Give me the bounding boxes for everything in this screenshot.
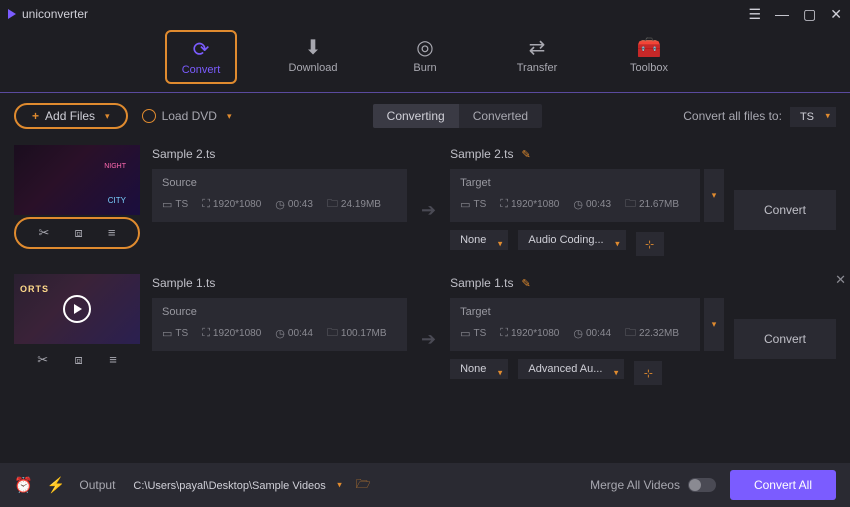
- file-row: NIGHT CITY ✂ ⧈ ≡ Sample 2.ts Source ▭TS …: [14, 139, 836, 268]
- burn-icon: ◎: [416, 36, 433, 58]
- plus-icon: +: [32, 109, 39, 123]
- remove-row-icon[interactable]: ✕: [835, 272, 846, 288]
- resolution-icon: ⛶: [500, 198, 508, 211]
- target-head: Target: [460, 177, 690, 189]
- tab-toolbox[interactable]: 🧰 Toolbox: [613, 30, 685, 84]
- source-file-name: Sample 2.ts: [152, 145, 407, 165]
- download-icon: ⬇: [305, 36, 322, 58]
- target-panel: Target ▭TS ⛶1920*1080 ◷00:44 🗀22.32MB: [450, 298, 700, 351]
- convert-button[interactable]: Convert: [734, 190, 836, 230]
- source-panel: Source ▭TS ⛶1920*1080 ◷00:43 🗀24.19MB: [152, 169, 407, 222]
- audio-select[interactable]: Audio Coding...: [518, 230, 625, 250]
- play-icon: [63, 295, 91, 323]
- subtitle-select[interactable]: None: [450, 359, 508, 379]
- edit-toolbar: ✂ ⧈ ≡: [14, 217, 140, 249]
- convert-icon: ⟳: [193, 38, 210, 60]
- source-head: Source: [162, 177, 397, 189]
- duration-icon: ◷: [573, 327, 583, 340]
- tab-convert-label: Convert: [182, 64, 221, 76]
- tab-toolbox-label: Toolbox: [630, 62, 668, 74]
- format-icon: ▭: [162, 327, 172, 340]
- tab-download[interactable]: ⬇ Download: [277, 30, 349, 84]
- duration-icon: ◷: [573, 198, 583, 211]
- app-name: uniconverter: [22, 7, 88, 21]
- merge-label: Merge All Videos: [590, 478, 680, 492]
- tab-convert[interactable]: ⟳ Convert: [165, 30, 237, 84]
- transfer-icon: ⇄: [529, 36, 546, 58]
- toolbox-icon: 🧰: [637, 36, 662, 58]
- dvd-icon: [142, 109, 156, 123]
- tab-download-label: Download: [289, 62, 338, 74]
- output-label: Output: [79, 478, 115, 492]
- subtitle-select[interactable]: None: [450, 230, 508, 250]
- load-dvd-label: Load DVD: [162, 109, 217, 123]
- schedule-icon[interactable]: ⏰: [14, 476, 33, 494]
- convert-all-format-select[interactable]: TS: [790, 107, 836, 127]
- effects-icon[interactable]: ≡: [109, 352, 117, 368]
- file-row: ✕ ORTS ✂ ⧈ ≡ Sample 1.ts Source ▭TS ⛶192…: [14, 268, 836, 397]
- crop-icon[interactable]: ⧈: [75, 352, 83, 368]
- size-icon: 🗀: [327, 195, 338, 214]
- arrow-icon: ➔: [417, 145, 440, 256]
- crop-icon[interactable]: ⧈: [75, 225, 83, 241]
- add-files-button[interactable]: + Add Files ▾: [14, 103, 128, 129]
- resolution-icon: ⛶: [500, 327, 508, 340]
- merge-toggle[interactable]: [688, 478, 716, 492]
- target-file-name: Sample 2.ts: [450, 147, 513, 161]
- output-path-select[interactable]: C:\Users\payal\Desktop\Sample Videos: [123, 476, 347, 496]
- maximize-icon[interactable]: ▢: [803, 6, 816, 23]
- audio-settings-button[interactable]: ⊹: [634, 361, 662, 385]
- resolution-icon: ⛶: [202, 327, 210, 340]
- target-format-dropdown[interactable]: ▾: [704, 169, 724, 222]
- target-format-dropdown[interactable]: ▾: [704, 298, 724, 351]
- source-panel: Source ▭TS ⛶1920*1080 ◷00:44 🗀100.17MB: [152, 298, 407, 351]
- gpu-accel-icon[interactable]: ⚡: [47, 476, 66, 494]
- size-icon: 🗀: [327, 324, 338, 343]
- format-icon: ▭: [460, 327, 470, 340]
- audio-select[interactable]: Advanced Au...: [518, 359, 624, 379]
- format-icon: ▭: [460, 198, 470, 211]
- format-icon: ▭: [162, 198, 172, 211]
- tab-burn-label: Burn: [413, 62, 436, 74]
- effects-icon[interactable]: ≡: [108, 225, 116, 241]
- converted-tab[interactable]: Converted: [459, 104, 542, 128]
- trim-icon[interactable]: ✂: [37, 352, 48, 368]
- tab-transfer[interactable]: ⇄ Transfer: [501, 30, 573, 84]
- resolution-icon: ⛶: [202, 198, 210, 211]
- minimize-icon[interactable]: —: [775, 6, 789, 22]
- source-head: Source: [162, 306, 397, 318]
- edit-toolbar: ✂ ⧈ ≡: [14, 346, 140, 374]
- size-icon: 🗀: [625, 324, 636, 343]
- source-file-name: Sample 1.ts: [152, 274, 407, 294]
- video-thumbnail[interactable]: NIGHT CITY: [14, 145, 140, 215]
- audio-settings-button[interactable]: ⊹: [636, 232, 664, 256]
- target-file-name: Sample 1.ts: [450, 276, 513, 290]
- open-folder-icon[interactable]: 🗁: [356, 475, 371, 496]
- target-panel: Target ▭TS ⛶1920*1080 ◷00:43 🗀21.67MB: [450, 169, 700, 222]
- close-icon[interactable]: ✕: [830, 6, 842, 23]
- video-thumbnail[interactable]: ORTS: [14, 274, 140, 344]
- convert-all-label: Convert all files to:: [683, 109, 782, 123]
- size-icon: 🗀: [625, 195, 636, 214]
- converting-tab[interactable]: Converting: [373, 104, 459, 128]
- load-dvd-button[interactable]: Load DVD ▾: [142, 109, 232, 123]
- app-title: uniconverter: [8, 7, 88, 21]
- convert-all-button[interactable]: Convert All: [730, 470, 836, 500]
- duration-icon: ◷: [275, 198, 285, 211]
- rename-icon[interactable]: ✎: [521, 148, 530, 161]
- app-logo-icon: [8, 9, 16, 19]
- duration-icon: ◷: [275, 327, 285, 340]
- arrow-icon: ➔: [417, 274, 440, 385]
- rename-icon[interactable]: ✎: [521, 277, 530, 290]
- convert-status-segment: Converting Converted: [373, 104, 542, 128]
- caret-down-icon: ▾: [227, 111, 232, 122]
- add-files-label: Add Files: [45, 109, 95, 123]
- tab-transfer-label: Transfer: [517, 62, 558, 74]
- convert-button[interactable]: Convert: [734, 319, 836, 359]
- menu-icon[interactable]: ☰: [748, 6, 761, 23]
- caret-down-icon: ▾: [105, 111, 110, 122]
- tab-burn[interactable]: ◎ Burn: [389, 30, 461, 84]
- target-head: Target: [460, 306, 690, 318]
- trim-icon[interactable]: ✂: [39, 225, 50, 241]
